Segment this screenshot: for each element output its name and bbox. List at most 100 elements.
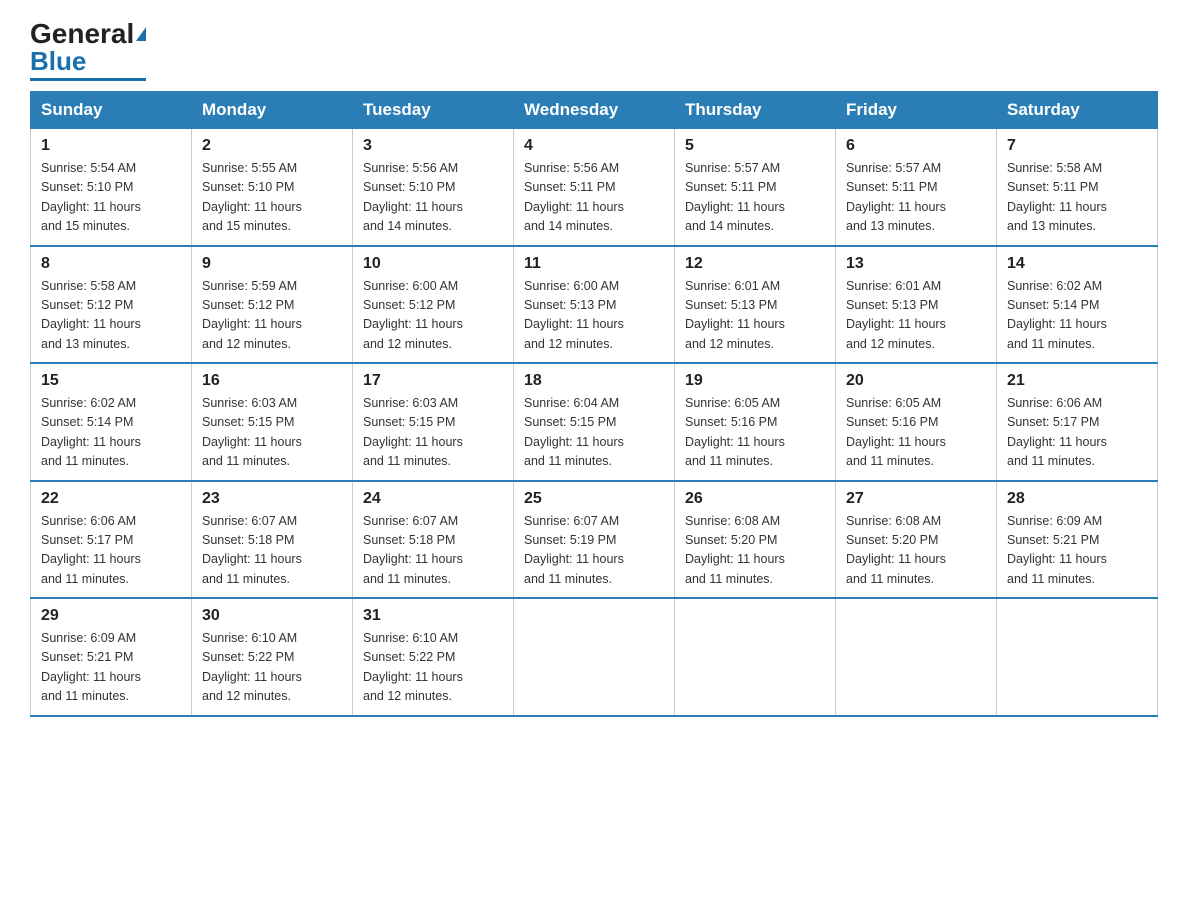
day-number: 28	[1007, 490, 1147, 508]
logo-underline	[30, 78, 146, 81]
day-number: 31	[363, 607, 503, 625]
day-info: Sunrise: 6:08 AMSunset: 5:20 PMDaylight:…	[685, 512, 825, 590]
calendar-body: 1Sunrise: 5:54 AMSunset: 5:10 PMDaylight…	[31, 129, 1158, 716]
calendar-cell: 17 Sunrise: 6:03 AMSunset: 5:15 PMDayligh…	[353, 363, 514, 481]
day-info: Sunrise: 5:58 AMSunset: 5:11 PMDaylight:…	[1007, 159, 1147, 237]
day-info: Sunrise: 5:56 AMSunset: 5:11 PMDaylight:…	[524, 159, 664, 237]
day-number: 17	[363, 372, 503, 390]
day-number: 8	[41, 255, 181, 273]
calendar-cell: 26 Sunrise: 6:08 AMSunset: 5:20 PMDayligh…	[675, 481, 836, 599]
day-number: 5	[685, 137, 825, 155]
day-number: 2	[202, 137, 342, 155]
calendar-week-row: 15Sunrise: 6:02 AMSunset: 5:14 PMDayligh…	[31, 363, 1158, 481]
day-info: Sunrise: 6:01 AMSunset: 5:13 PMDaylight:…	[846, 277, 986, 355]
day-info: Sunrise: 6:02 AMSunset: 5:14 PMDaylight:…	[41, 394, 181, 472]
day-number: 7	[1007, 137, 1147, 155]
calendar-week-row: 29 Sunrise: 6:09 AMSunset: 5:21 PMDayligh…	[31, 598, 1158, 716]
day-info: Sunrise: 5:58 AMSunset: 5:12 PMDaylight:…	[41, 277, 181, 355]
calendar-cell: 29 Sunrise: 6:09 AMSunset: 5:21 PMDayligh…	[31, 598, 192, 716]
day-info: Sunrise: 5:54 AMSunset: 5:10 PMDaylight:…	[41, 159, 181, 237]
calendar-cell: 2 Sunrise: 5:55 AMSunset: 5:10 PMDaylight…	[192, 129, 353, 246]
calendar-week-row: 1Sunrise: 5:54 AMSunset: 5:10 PMDaylight…	[31, 129, 1158, 246]
day-info: Sunrise: 6:04 AMSunset: 5:15 PMDaylight:…	[524, 394, 664, 472]
day-info: Sunrise: 6:00 AMSunset: 5:12 PMDaylight:…	[363, 277, 503, 355]
calendar-cell: 18 Sunrise: 6:04 AMSunset: 5:15 PMDayligh…	[514, 363, 675, 481]
day-number: 3	[363, 137, 503, 155]
day-number: 26	[685, 490, 825, 508]
day-info: Sunrise: 6:07 AMSunset: 5:18 PMDaylight:…	[202, 512, 342, 590]
day-info: Sunrise: 6:01 AMSunset: 5:13 PMDaylight:…	[685, 277, 825, 355]
calendar-header-friday: Friday	[836, 92, 997, 129]
day-number: 25	[524, 490, 664, 508]
day-info: Sunrise: 6:06 AMSunset: 5:17 PMDaylight:…	[41, 512, 181, 590]
day-info: Sunrise: 6:07 AMSunset: 5:18 PMDaylight:…	[363, 512, 503, 590]
calendar-header-sunday: Sunday	[31, 92, 192, 129]
calendar-cell: 19 Sunrise: 6:05 AMSunset: 5:16 PMDayligh…	[675, 363, 836, 481]
day-info: Sunrise: 6:00 AMSunset: 5:13 PMDaylight:…	[524, 277, 664, 355]
day-info: Sunrise: 6:02 AMSunset: 5:14 PMDaylight:…	[1007, 277, 1147, 355]
calendar-header-tuesday: Tuesday	[353, 92, 514, 129]
calendar-table: SundayMondayTuesdayWednesdayThursdayFrid…	[30, 91, 1158, 717]
calendar-cell: 1Sunrise: 5:54 AMSunset: 5:10 PMDaylight…	[31, 129, 192, 246]
calendar-cell: 6Sunrise: 5:57 AMSunset: 5:11 PMDaylight…	[836, 129, 997, 246]
day-number: 18	[524, 372, 664, 390]
day-info: Sunrise: 6:09 AMSunset: 5:21 PMDaylight:…	[41, 629, 181, 707]
calendar-cell	[514, 598, 675, 716]
calendar-cell: 13 Sunrise: 6:01 AMSunset: 5:13 PMDayligh…	[836, 246, 997, 364]
calendar-cell	[675, 598, 836, 716]
calendar-cell	[836, 598, 997, 716]
calendar-cell: 24 Sunrise: 6:07 AMSunset: 5:18 PMDayligh…	[353, 481, 514, 599]
calendar-cell: 4 Sunrise: 5:56 AMSunset: 5:11 PMDaylight…	[514, 129, 675, 246]
calendar-header-wednesday: Wednesday	[514, 92, 675, 129]
calendar-cell: 30Sunrise: 6:10 AMSunset: 5:22 PMDayligh…	[192, 598, 353, 716]
day-info: Sunrise: 6:09 AMSunset: 5:21 PMDaylight:…	[1007, 512, 1147, 590]
calendar-cell: 15Sunrise: 6:02 AMSunset: 5:14 PMDayligh…	[31, 363, 192, 481]
day-info: Sunrise: 5:59 AMSunset: 5:12 PMDaylight:…	[202, 277, 342, 355]
day-info: Sunrise: 6:07 AMSunset: 5:19 PMDaylight:…	[524, 512, 664, 590]
calendar-week-row: 22 Sunrise: 6:06 AMSunset: 5:17 PMDayligh…	[31, 481, 1158, 599]
day-number: 24	[363, 490, 503, 508]
calendar-cell: 14 Sunrise: 6:02 AMSunset: 5:14 PMDayligh…	[997, 246, 1158, 364]
day-number: 4	[524, 137, 664, 155]
day-number: 19	[685, 372, 825, 390]
day-number: 20	[846, 372, 986, 390]
calendar-cell: 16Sunrise: 6:03 AMSunset: 5:15 PMDayligh…	[192, 363, 353, 481]
calendar-header-monday: Monday	[192, 92, 353, 129]
page-header: General Blue	[30, 20, 1158, 81]
calendar-cell: 11 Sunrise: 6:00 AMSunset: 5:13 PMDayligh…	[514, 246, 675, 364]
calendar-header-thursday: Thursday	[675, 92, 836, 129]
day-info: Sunrise: 6:05 AMSunset: 5:16 PMDaylight:…	[685, 394, 825, 472]
day-number: 23	[202, 490, 342, 508]
day-number: 14	[1007, 255, 1147, 273]
calendar-cell: 27Sunrise: 6:08 AMSunset: 5:20 PMDayligh…	[836, 481, 997, 599]
day-number: 22	[41, 490, 181, 508]
calendar-cell: 25 Sunrise: 6:07 AMSunset: 5:19 PMDayligh…	[514, 481, 675, 599]
day-number: 29	[41, 607, 181, 625]
logo-triangle-icon	[136, 27, 146, 41]
calendar-cell: 8 Sunrise: 5:58 AMSunset: 5:12 PMDaylight…	[31, 246, 192, 364]
day-number: 13	[846, 255, 986, 273]
day-info: Sunrise: 5:57 AMSunset: 5:11 PMDaylight:…	[685, 159, 825, 237]
day-number: 27	[846, 490, 986, 508]
calendar-cell: 31 Sunrise: 6:10 AMSunset: 5:22 PMDayligh…	[353, 598, 514, 716]
calendar-cell	[997, 598, 1158, 716]
day-info: Sunrise: 6:10 AMSunset: 5:22 PMDaylight:…	[363, 629, 503, 707]
logo-general: General	[30, 20, 134, 48]
day-number: 10	[363, 255, 503, 273]
calendar-cell: 10 Sunrise: 6:00 AMSunset: 5:12 PMDayligh…	[353, 246, 514, 364]
calendar-cell: 3Sunrise: 5:56 AMSunset: 5:10 PMDaylight…	[353, 129, 514, 246]
day-number: 21	[1007, 372, 1147, 390]
calendar-cell: 21 Sunrise: 6:06 AMSunset: 5:17 PMDayligh…	[997, 363, 1158, 481]
calendar-cell: 28 Sunrise: 6:09 AMSunset: 5:21 PMDayligh…	[997, 481, 1158, 599]
day-number: 6	[846, 137, 986, 155]
day-info: Sunrise: 6:03 AMSunset: 5:15 PMDaylight:…	[202, 394, 342, 472]
day-number: 11	[524, 255, 664, 273]
calendar-cell: 23 Sunrise: 6:07 AMSunset: 5:18 PMDayligh…	[192, 481, 353, 599]
day-info: Sunrise: 6:03 AMSunset: 5:15 PMDaylight:…	[363, 394, 503, 472]
day-number: 9	[202, 255, 342, 273]
logo: General Blue	[30, 20, 146, 81]
calendar-week-row: 8 Sunrise: 5:58 AMSunset: 5:12 PMDaylight…	[31, 246, 1158, 364]
calendar-cell: 22 Sunrise: 6:06 AMSunset: 5:17 PMDayligh…	[31, 481, 192, 599]
day-info: Sunrise: 5:55 AMSunset: 5:10 PMDaylight:…	[202, 159, 342, 237]
day-info: Sunrise: 6:06 AMSunset: 5:17 PMDaylight:…	[1007, 394, 1147, 472]
